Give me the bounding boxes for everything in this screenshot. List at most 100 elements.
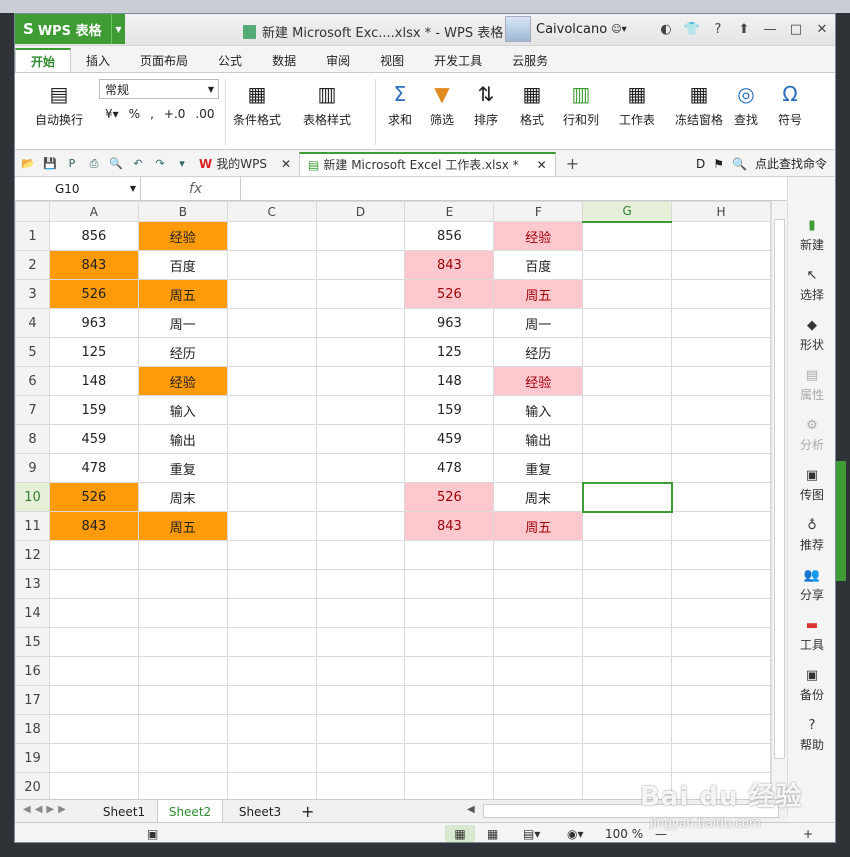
column-header[interactable]: F — [493, 201, 584, 222]
cell-f9[interactable]: 重复 — [493, 453, 584, 483]
cell-h18[interactable] — [671, 714, 771, 744]
cell-b3[interactable]: 周五 — [137, 279, 228, 309]
row-header[interactable]: 4 — [15, 308, 50, 338]
panel-analysis[interactable]: ⚙ 分析 — [788, 417, 835, 453]
cell-d7[interactable] — [315, 395, 406, 425]
column-header-selected[interactable]: G — [582, 201, 673, 223]
page-break-view-icon[interactable]: ▦ — [487, 825, 498, 842]
cell-e16[interactable] — [404, 656, 495, 686]
row-header[interactable]: 20 — [15, 772, 50, 801]
cell-g18[interactable] — [582, 714, 673, 744]
comma-icon[interactable]: , — [150, 107, 154, 121]
cell-c11[interactable] — [226, 511, 317, 541]
close-icon[interactable]: ✕ — [281, 157, 291, 171]
cell-a11[interactable]: 843 — [48, 511, 139, 541]
tab-insert[interactable]: 插入 — [71, 48, 125, 72]
panel-backup[interactable]: ▣ 备份 — [788, 667, 835, 703]
notify-icon[interactable]: ☺▾ — [611, 24, 626, 35]
user-account[interactable]: Caivolcano ☺▾ — [505, 16, 627, 42]
cell-h13[interactable] — [671, 569, 771, 599]
cell-g14[interactable] — [582, 598, 673, 628]
cell-d17[interactable] — [315, 685, 406, 715]
cell-c14[interactable] — [226, 598, 317, 628]
cell-d14[interactable] — [315, 598, 406, 628]
panel-new[interactable]: ▮ 新建 — [788, 217, 835, 253]
column-header[interactable]: D — [315, 201, 406, 222]
chevron-down-icon[interactable]: ▼ — [111, 14, 125, 44]
cell-c18[interactable] — [226, 714, 317, 744]
cell-e17[interactable] — [404, 685, 495, 715]
cell-f17[interactable] — [493, 685, 584, 715]
column-header[interactable]: H — [671, 201, 771, 222]
minimize-icon[interactable]: — — [757, 14, 783, 44]
cell-b18[interactable] — [137, 714, 228, 744]
cell-c8[interactable] — [226, 424, 317, 454]
autowrap-button[interactable]: ▤ 自动换行 — [35, 81, 83, 128]
cell-f20[interactable] — [493, 772, 584, 801]
save-icon[interactable]: 💾 — [41, 155, 59, 173]
cell-f15[interactable] — [493, 627, 584, 657]
cell-f4[interactable]: 周一 — [493, 308, 584, 338]
new-tab-icon[interactable]: + — [566, 154, 579, 173]
cell-g10[interactable] — [581, 481, 673, 513]
cell-d4[interactable] — [315, 308, 406, 338]
cell-f16[interactable] — [493, 656, 584, 686]
cell-c16[interactable] — [226, 656, 317, 686]
cell-b4[interactable]: 周一 — [137, 308, 228, 338]
cell-h14[interactable] — [671, 598, 771, 628]
flag-icon[interactable]: ⚑ — [713, 157, 724, 171]
row-header[interactable]: 8 — [15, 424, 50, 454]
tab-document[interactable]: ▤ 新建 Microsoft Excel 工作表.xlsx * ✕ — [299, 151, 556, 176]
restore-icon[interactable]: ⬆ — [731, 14, 757, 44]
row-header[interactable]: 2 — [15, 250, 50, 280]
name-box[interactable]: G10 ▼ — [15, 177, 141, 200]
cell-e6[interactable]: 148 — [404, 366, 495, 396]
cell-g3[interactable] — [582, 279, 673, 309]
find-button[interactable]: ◎ 查找 — [733, 81, 759, 128]
row-header[interactable]: 10 — [15, 482, 50, 512]
cell-c6[interactable] — [226, 366, 317, 396]
cell-a12[interactable] — [48, 540, 139, 570]
add-sheet-icon[interactable]: + — [301, 802, 314, 821]
tab-developer[interactable]: 开发工具 — [419, 48, 497, 72]
panel-shape[interactable]: ◆ 形状 — [788, 317, 835, 353]
panel-properties[interactable]: ▤ 属性 — [788, 367, 835, 403]
freeze-panes-button[interactable]: ▦ 冻结窗格 — [675, 81, 723, 128]
undo-icon[interactable]: ↶ — [129, 155, 147, 173]
scroll-left-icon[interactable]: ◀ — [467, 804, 475, 815]
cell-a1[interactable]: 856 — [48, 221, 139, 251]
cell-a13[interactable] — [48, 569, 139, 599]
row-col-button[interactable]: ▥ 行和列 — [563, 81, 599, 128]
panel-tools[interactable]: ▬ 工具 — [788, 617, 835, 653]
column-header[interactable]: A — [48, 201, 139, 222]
cell-g13[interactable] — [582, 569, 673, 599]
sheet-tab-2[interactable]: Sheet2 — [157, 800, 223, 823]
cell-c20[interactable] — [226, 772, 317, 801]
cell-b2[interactable]: 百度 — [137, 250, 228, 280]
cell-f18[interactable] — [493, 714, 584, 744]
percent-button[interactable]: % — [129, 107, 140, 121]
cell-b6[interactable]: 经验 — [137, 366, 228, 396]
cell-h19[interactable] — [671, 743, 771, 773]
normal-view-icon[interactable]: ▦ — [445, 825, 475, 842]
cell-a3[interactable]: 526 — [48, 279, 139, 309]
cell-b5[interactable]: 经历 — [137, 337, 228, 367]
cell-g2[interactable] — [582, 250, 673, 280]
shirt-icon[interactable]: 👕 — [679, 14, 705, 44]
cell-c15[interactable] — [226, 627, 317, 657]
row-header[interactable]: 6 — [15, 366, 50, 396]
cell-b1[interactable]: 经验 — [137, 221, 228, 251]
close-icon[interactable]: ✕ — [809, 14, 835, 44]
sheet-tab-1[interactable]: Sheet1 — [91, 800, 157, 823]
cell-e13[interactable] — [404, 569, 495, 599]
cell-d8[interactable] — [315, 424, 406, 454]
redo-icon[interactable]: ↷ — [151, 155, 169, 173]
cell-f5[interactable]: 经历 — [493, 337, 584, 367]
row-header[interactable]: 7 — [15, 395, 50, 425]
cell-a14[interactable] — [48, 598, 139, 628]
cell-h12[interactable] — [671, 540, 771, 570]
cell-h5[interactable] — [671, 337, 771, 367]
cell-b15[interactable] — [137, 627, 228, 657]
cell-a2[interactable]: 843 — [48, 250, 139, 280]
cell-h7[interactable] — [671, 395, 771, 425]
